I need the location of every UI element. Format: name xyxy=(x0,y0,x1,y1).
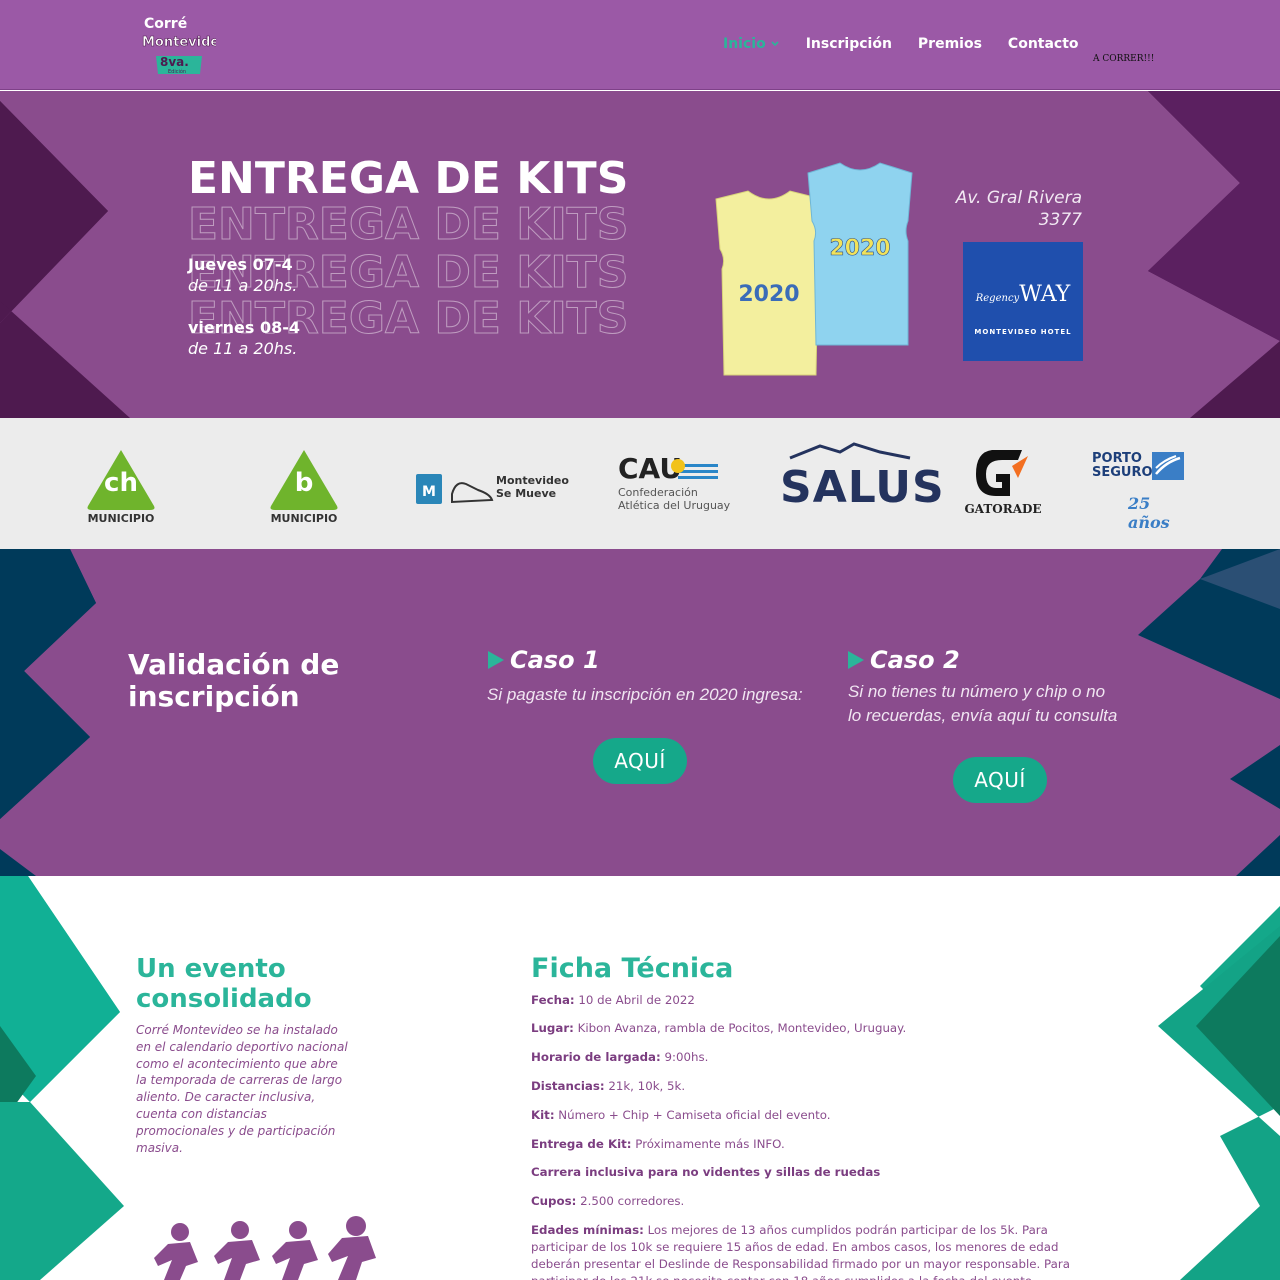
ficha-row-kit: Kit: Número + Chip + Camiseta oficial de… xyxy=(531,1108,831,1122)
chevron-down-icon xyxy=(771,41,779,47)
sponsor-cau[interactable]: CAU Confederación Atlética del Uruguay xyxy=(618,452,748,512)
logo-line1: Corré xyxy=(144,16,187,32)
ficha-row-fecha: Fecha: 10 de Abril de 2022 xyxy=(531,993,695,1007)
nav-item-label: Contacto xyxy=(1007,36,1079,52)
play-arrow-icon xyxy=(488,651,504,669)
stripes-icon xyxy=(671,459,718,479)
nav-item-inscripcion[interactable]: Inscripción xyxy=(806,36,892,52)
ficha-row-lugar: Lugar: Kibon Avanza, rambla de Pocitos, … xyxy=(531,1021,907,1035)
hotel-brand: RegencyWAY xyxy=(975,282,1071,307)
sponsors-strip: ch MUNICIPIO b MUNICIPIO M Montevideo Se … xyxy=(0,418,1280,549)
hotel-subtitle: MONTEVIDEO HOTEL xyxy=(974,328,1072,336)
gatorade-g-icon xyxy=(976,450,1028,496)
event-description: Corré Montevideo se ha instalado en el c… xyxy=(136,1023,348,1155)
sponsor-text: SALUS xyxy=(780,462,945,513)
validation-title: Validación de inscripción xyxy=(128,648,340,713)
kits-day-1: Jueves 07-4 xyxy=(188,255,293,274)
sponsor-gatorade[interactable]: GATORADE xyxy=(962,448,1044,520)
caso-1-text: Si pagaste tu inscripción en 2020 ingres… xyxy=(487,685,803,704)
kits-time-2: de 11 a 20hs. xyxy=(188,339,298,358)
site-header: Corré Montevideo 8va. Edición Inicio Ins… xyxy=(0,0,1280,90)
event-title: Un evento consolidado xyxy=(136,954,312,1014)
sponsor-badge: 25 años xyxy=(1128,494,1170,532)
logo-line4: Edición xyxy=(168,68,186,75)
ficha-row-cupos: Cupos: 2.500 corredores. xyxy=(531,1194,685,1208)
caso-1-title: Caso 1 xyxy=(510,646,600,674)
caso-1-aqui-button[interactable]: AQUÍ xyxy=(593,738,687,784)
sponsor-letter: b xyxy=(294,468,314,498)
logo-line2: Montevideo xyxy=(142,35,216,50)
header-tagline: A CORRER!!! xyxy=(1093,54,1155,64)
kits-title: ENTREGA DE KITS xyxy=(188,153,629,204)
sponsor-text: Montevideo Se Mueve xyxy=(496,474,569,500)
nav-item-premios[interactable]: Premios xyxy=(918,36,982,52)
sponsor-subtext: Confederación Atlética del Uruguay xyxy=(618,486,731,512)
sponsor-montevideo-se-mueve[interactable]: M Montevideo Se Mueve xyxy=(416,444,569,514)
sponsor-municipio-b[interactable]: b MUNICIPIO xyxy=(269,448,339,528)
ficha-row-distancias: Distancias: 21k, 10k, 5k. xyxy=(531,1079,686,1093)
sponsor-text: GATORADE xyxy=(964,502,1042,516)
site-logo[interactable]: Corré Montevideo 8va. Edición xyxy=(140,12,229,76)
blue-shirt-image: 2020 xyxy=(807,162,913,346)
kits-banner: ENTREGA DE KITS ENTREGA DE KITS ENTREGA … xyxy=(0,91,1280,418)
nav-item-inicio[interactable]: Inicio xyxy=(723,36,780,52)
info-section: Un evento consolidado Corré Montevideo s… xyxy=(0,876,1280,1280)
nav-item-label: Premios xyxy=(917,36,982,52)
caso-1-heading: Caso 1 xyxy=(488,646,600,674)
caso-2-aqui-button[interactable]: AQUÍ xyxy=(953,757,1047,803)
kits-time-1: de 11 a 20hs. xyxy=(188,276,298,295)
ficha-row-edades: Edades mínimas: Los mejores de 13 años c… xyxy=(531,1223,1070,1280)
nav-item-contacto[interactable]: Contacto xyxy=(1008,36,1079,52)
validation-section: Validación de inscripción Caso 1 Si paga… xyxy=(0,549,1280,876)
sponsor-label: MUNICIPIO xyxy=(270,512,338,525)
nav-item-label: Inscripción xyxy=(805,36,892,52)
play-arrow-icon xyxy=(848,651,864,669)
kits-day-2: viernes 08-4 xyxy=(188,318,301,337)
porto-flag-icon xyxy=(1152,452,1184,480)
shoe-icon: M xyxy=(416,474,494,504)
ficha-title: Ficha Técnica xyxy=(531,953,734,984)
kits-address: Av. Gral Rivera 3377 xyxy=(955,188,1082,230)
hotel-logo: RegencyWAY MONTEVIDEO HOTEL xyxy=(963,242,1083,361)
logo-line3: 8va. xyxy=(160,55,189,69)
mountain-icon xyxy=(789,442,911,460)
main-nav: Inicio Inscripción Premios Contacto xyxy=(723,36,1079,52)
caso-2-title: Caso 2 xyxy=(870,646,960,674)
sponsor-letter: ch xyxy=(104,468,138,498)
ficha-row-entrega: Entrega de Kit: Próximamente más INFO. xyxy=(531,1137,785,1151)
svg-text:M: M xyxy=(422,484,436,500)
shirt-print: 2020 xyxy=(829,236,890,261)
ficha-row-inclusiva: Carrera inclusiva para no videntes y sil… xyxy=(531,1165,881,1179)
sponsor-municipio-ch[interactable]: ch MUNICIPIO xyxy=(86,448,156,528)
nav-item-label: Inicio xyxy=(723,36,766,52)
sponsor-porto-seguro[interactable]: PORTO SEGURO 25 años xyxy=(1092,452,1184,532)
caso-2-heading: Caso 2 xyxy=(848,646,960,674)
ficha-row-horario: Horario de largada: 9:00hs. xyxy=(531,1050,709,1064)
caso-2-text: Si no tienes tu número y chip o no lo re… xyxy=(848,682,1118,725)
sponsor-label: MUNICIPIO xyxy=(87,512,155,525)
runners-silhouette-image xyxy=(154,1216,376,1280)
kits-title-echo: ENTREGA DE KITS xyxy=(187,199,629,251)
sponsor-salus[interactable]: SALUS xyxy=(780,438,944,518)
shirt-print: 2020 xyxy=(738,282,799,307)
